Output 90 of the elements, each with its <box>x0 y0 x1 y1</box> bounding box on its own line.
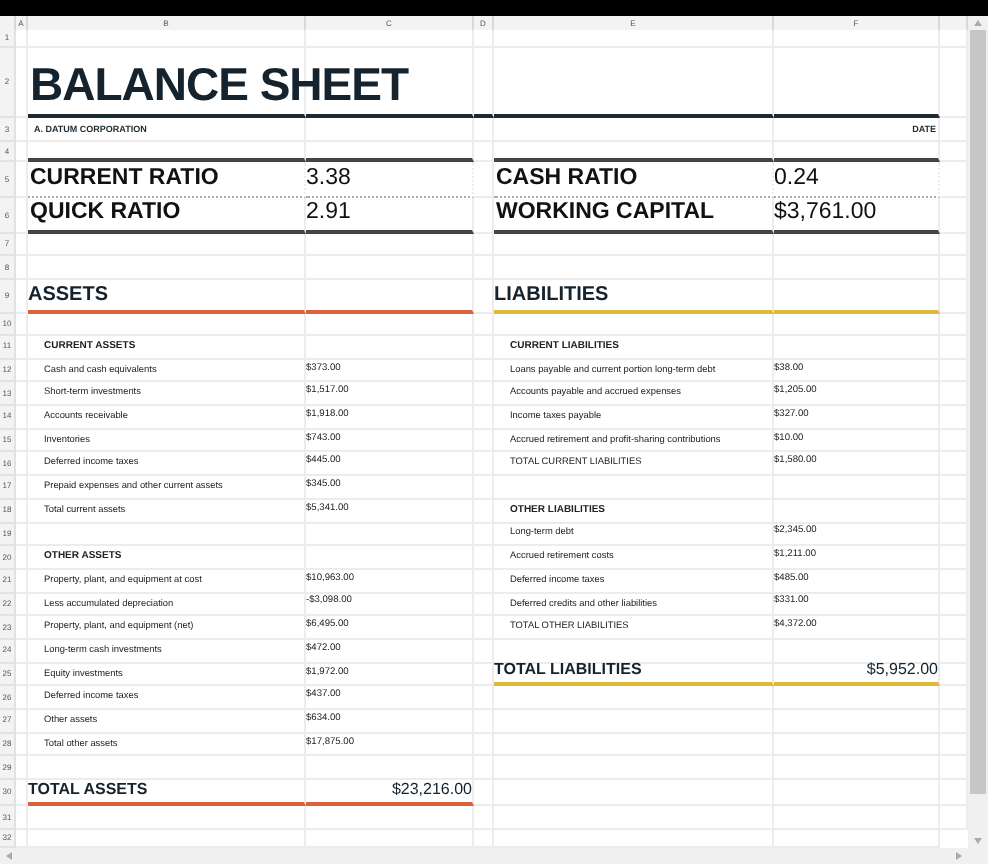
sheet-cell[interactable] <box>774 48 940 118</box>
sheet-cell[interactable] <box>774 686 940 710</box>
sheet-cell[interactable] <box>494 30 774 48</box>
sheet-cell[interactable] <box>16 118 28 142</box>
sheet-cell[interactable] <box>16 806 28 831</box>
sheet-cell[interactable] <box>16 780 28 807</box>
sheet-cell[interactable] <box>494 234 774 256</box>
scroll-down-icon[interactable] <box>974 838 982 844</box>
sheet-cell[interactable] <box>494 686 774 710</box>
sheet-cell[interactable] <box>306 234 474 256</box>
sheet-cell[interactable] <box>16 30 28 48</box>
sheet-cell[interactable] <box>474 118 494 142</box>
sheet-cell[interactable] <box>16 382 28 407</box>
sheet-cell[interactable] <box>306 142 474 162</box>
ratio-label: CASH RATIO <box>494 167 638 191</box>
sheet-cell[interactable] <box>774 280 940 314</box>
sheet-cell[interactable] <box>306 806 474 831</box>
sheet-cell[interactable] <box>306 280 474 314</box>
ratio-value: 0.24 <box>774 167 819 191</box>
sheet-cell[interactable] <box>494 142 774 162</box>
sheet-cell[interactable] <box>494 314 774 336</box>
ratio-label: QUICK RATIO <box>28 202 181 226</box>
sheet-cell[interactable] <box>16 452 28 477</box>
sheet-title: BALANCE SHEET <box>28 62 409 114</box>
sheet-cell[interactable] <box>16 593 28 617</box>
ratio-value: 2.91 <box>306 202 351 226</box>
total-value: $5,952.00 <box>866 662 938 683</box>
ratio-label: CURRENT RATIO <box>28 167 219 191</box>
sheet-cell[interactable] <box>16 234 28 256</box>
sheet-cell[interactable] <box>16 142 28 162</box>
sheet-cell[interactable] <box>16 256 28 280</box>
scroll-left-icon[interactable] <box>6 852 12 861</box>
sheet-cell[interactable] <box>474 162 494 198</box>
total-label: TOTAL ASSETS <box>28 782 148 803</box>
sheet-cell[interactable] <box>28 314 306 336</box>
sheet-cell[interactable] <box>774 142 940 162</box>
sheet-cell[interactable] <box>16 48 28 118</box>
sheet-cell[interactable] <box>474 806 494 831</box>
scroll-up-icon[interactable] <box>974 20 982 26</box>
sheet-cell[interactable] <box>474 48 494 118</box>
sheet-cell[interactable] <box>16 314 28 336</box>
sheet-cell[interactable] <box>474 314 494 336</box>
sheet-cell[interactable] <box>16 198 28 234</box>
sheet-cell[interactable] <box>28 30 306 48</box>
sheet-cell[interactable] <box>306 30 474 48</box>
sheet-cell[interactable] <box>306 314 474 336</box>
sheet-cell[interactable] <box>474 663 494 687</box>
section-heading: LIABILITIES <box>494 286 609 310</box>
sheet-cell[interactable] <box>474 780 494 807</box>
sheet-cell[interactable] <box>16 336 28 360</box>
scroll-right-icon[interactable] <box>956 852 962 861</box>
sheet-cell[interactable] <box>16 733 28 757</box>
sheet-cell[interactable] <box>16 406 28 430</box>
scrollbar-thumb[interactable] <box>970 30 986 794</box>
sheet-cell[interactable] <box>16 616 28 640</box>
sheet-cell[interactable] <box>474 280 494 314</box>
sheet-cell[interactable] <box>474 198 494 234</box>
sheet-cell[interactable] <box>16 710 28 734</box>
sheet-cell[interactable] <box>16 359 28 383</box>
sheet-cell[interactable] <box>16 569 28 594</box>
sheet-cell[interactable] <box>474 686 494 710</box>
ratio-value: $3,761.00 <box>774 202 877 226</box>
sheet-cell[interactable] <box>494 48 774 118</box>
sheet-cell[interactable] <box>16 663 28 687</box>
sheet-cell[interactable] <box>16 280 28 314</box>
sheet-cell[interactable] <box>774 30 940 48</box>
sheet-cell[interactable] <box>16 756 28 781</box>
sheet-cell[interactable] <box>28 806 306 831</box>
sheet-cell[interactable] <box>28 142 306 162</box>
sheet-cell[interactable] <box>16 429 28 453</box>
sheet-cell[interactable] <box>16 546 28 570</box>
sheet-cell[interactable] <box>306 118 474 142</box>
sheet-cell[interactable] <box>16 499 28 523</box>
sheet-cell[interactable] <box>474 30 494 48</box>
sheet-cell[interactable] <box>774 314 940 336</box>
ratio-label: WORKING CAPITAL <box>494 202 715 226</box>
total-label: TOTAL LIABILITIES <box>494 662 642 683</box>
section-heading: ASSETS <box>28 286 109 310</box>
total-value: $23,216.00 <box>391 782 472 803</box>
sheet-cell[interactable] <box>494 118 774 142</box>
sheet-cell[interactable] <box>474 234 494 256</box>
sheet-cell[interactable] <box>16 523 28 547</box>
sheet-cell[interactable] <box>28 234 306 256</box>
sheet-cell[interactable] <box>16 476 28 500</box>
sheet-cell[interactable] <box>16 162 28 198</box>
sheet-cell[interactable] <box>474 142 494 162</box>
sheet-cell[interactable] <box>16 686 28 710</box>
sheet-cell[interactable] <box>16 639 28 664</box>
sheet-cell[interactable] <box>774 234 940 256</box>
ratio-value: 3.38 <box>306 167 351 191</box>
